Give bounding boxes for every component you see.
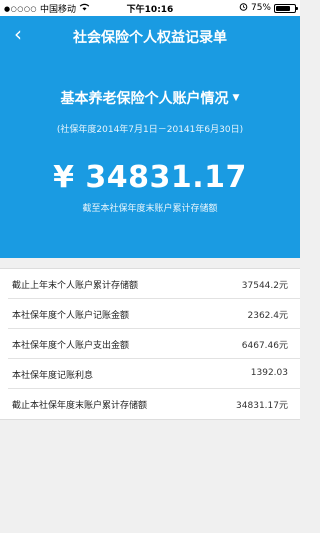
account-type-label: 基本养老保险个人账户情况 bbox=[60, 91, 229, 107]
row-label: 截止本社保年度末账户累计存储额 bbox=[12, 401, 148, 411]
row-value: 37544.2元 bbox=[241, 281, 288, 291]
status-bar: ●○○○○ 中国移动 下午10:16 75% bbox=[0, 0, 300, 16]
battery-fill bbox=[276, 5, 290, 11]
row-label: 截止上年末个人账户累计存储额 bbox=[12, 281, 139, 291]
battery-group: 75% bbox=[239, 2, 298, 14]
period-text: (社保年度2014年7月1日－20141年6月30日) bbox=[56, 125, 244, 135]
row-label: 本社保年度个人账户支出金额 bbox=[12, 341, 130, 351]
list-item: 本社保年度个人账户支出金额 6467.46元 bbox=[8, 329, 300, 359]
alarm-icon bbox=[239, 2, 248, 14]
row-value: 1392.03 bbox=[250, 368, 288, 378]
account-type-selector[interactable]: 基本养老保险个人账户情况 ▼ bbox=[0, 88, 300, 108]
list-item: 本社保年度个人账户记账金额 2362.4元 bbox=[8, 299, 300, 329]
amount-caption: 截至本社保年度末账户累计存储额 bbox=[82, 204, 218, 214]
detail-list: 截止上年末个人账户累计存储额 37544.2元 本社保年度个人账户记账金额 23… bbox=[0, 268, 300, 420]
row-value: 2362.4元 bbox=[247, 311, 289, 321]
battery-icon bbox=[274, 3, 298, 13]
list-item: 截止本社保年度末账户累计存储额 34831.17元 bbox=[8, 389, 300, 419]
list-item: 截止上年末个人账户累计存储额 37544.2元 bbox=[8, 269, 300, 299]
list-item: 本社保年度记账利息 1392.03 bbox=[8, 359, 300, 389]
battery-percent: 75% bbox=[250, 3, 271, 13]
account-summary: 基本养老保险个人账户情况 ▼ (社保年度2014年7月1日－20141年6月30… bbox=[0, 56, 300, 258]
row-label: 本社保年度记账利息 bbox=[12, 371, 94, 381]
nav-bar: ‹ 社会保险个人权益记录单 bbox=[0, 16, 300, 56]
caret-down-icon: ▼ bbox=[232, 93, 240, 103]
row-value: 6467.46元 bbox=[241, 341, 288, 351]
total-amount: ¥ 34831.17 bbox=[53, 160, 247, 195]
row-label: 本社保年度个人账户记账金额 bbox=[12, 311, 130, 321]
page-title: 社会保险个人权益记录单 bbox=[73, 30, 227, 46]
row-value: 34831.17元 bbox=[236, 401, 288, 411]
